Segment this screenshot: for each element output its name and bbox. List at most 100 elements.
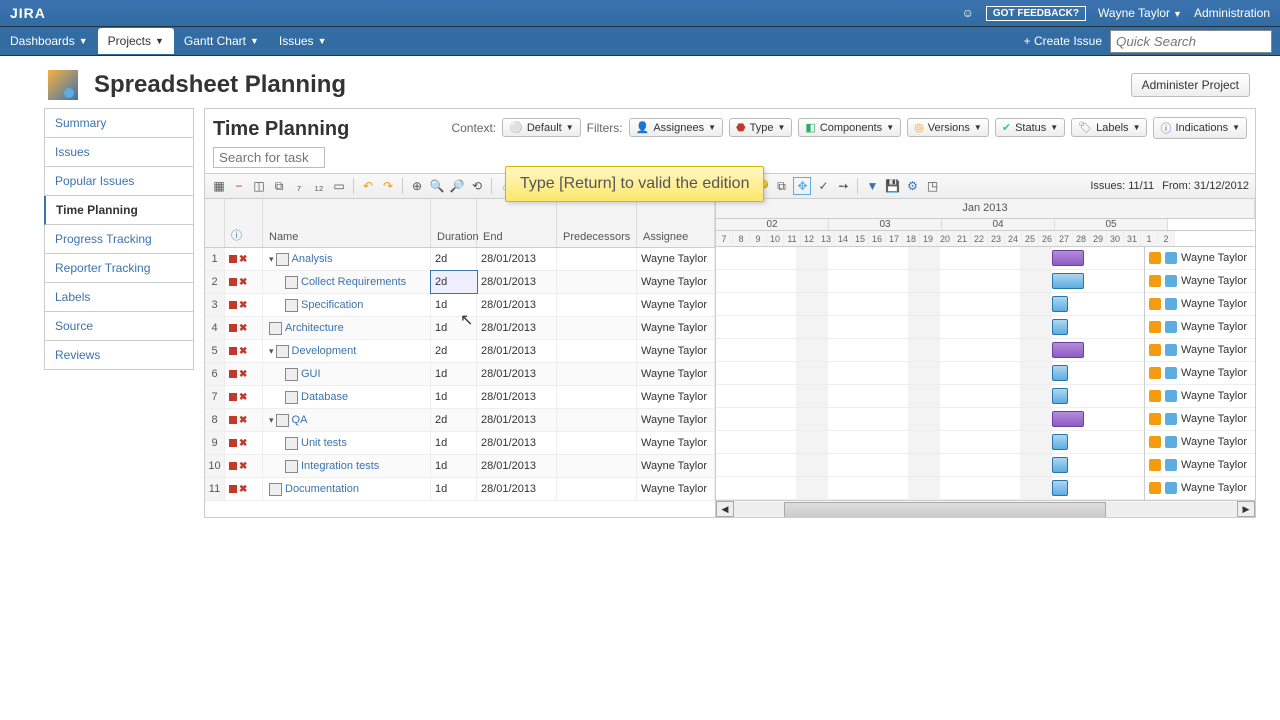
arrow-icon[interactable]: ➙ [835,178,851,194]
filter-versions[interactable]: ◎Versions▼ [907,118,989,137]
predecessors-cell[interactable] [557,409,637,431]
gantt-bar[interactable] [1052,273,1084,289]
assignee-cell[interactable]: Wayne Taylor [637,317,715,339]
filter-indications[interactable]: ⓘIndications▼ [1153,117,1247,139]
sidebar-item-reviews[interactable]: Reviews [44,341,194,370]
scroll-thumb[interactable] [784,502,1106,517]
predecessors-cell[interactable] [557,294,637,316]
administer-project-button[interactable]: Administer Project [1131,73,1250,97]
assignee-cell[interactable]: Wayne Taylor [637,363,715,385]
undo-icon[interactable]: ↶ [360,178,376,194]
sidebar-item-summary[interactable]: Summary [44,108,194,138]
admin-link[interactable]: Administration [1194,6,1270,20]
expand-icon[interactable]: ▾ [269,254,274,265]
table-row[interactable]: 10✖Integration tests1d28/01/2013Wayne Ta… [205,455,715,478]
assignee-cell[interactable]: Wayne Taylor [637,340,715,362]
task-name-cell[interactable]: GUI [263,363,431,385]
task-name-cell[interactable]: Documentation [263,478,431,500]
table-row[interactable]: 11✖Documentation1d28/01/2013Wayne Taylor [205,478,715,501]
table-row[interactable]: 5✖▾Development2d28/01/2013Wayne Taylor [205,340,715,363]
end-cell[interactable]: 28/01/2013 [477,294,557,316]
duration-cell[interactable]: 1d [431,386,477,408]
scroll-right-icon[interactable]: ▶ [1237,501,1255,517]
task-name-cell[interactable]: Architecture [263,317,431,339]
assignee-cell[interactable]: Wayne Taylor [637,432,715,454]
filter-labels[interactable]: 🏷Labels▼ [1071,118,1147,137]
col-assignee[interactable]: Assignee [637,199,715,247]
week-icon[interactable]: ₇ [291,178,307,194]
calendar-icon[interactable]: ⧉ [271,178,287,194]
duration-cell[interactable]: 1d [431,317,477,339]
nav-issues[interactable]: Issues▼ [269,28,337,54]
redo-icon[interactable]: ↷ [380,178,396,194]
filter-icon[interactable]: ▼ [864,178,880,194]
duration-cell[interactable]: 2d [431,248,477,270]
zoom-out-icon[interactable]: 🔎 [449,178,465,194]
toggle-icon[interactable]: ▦ [211,178,227,194]
predecessors-cell[interactable] [557,317,637,339]
task-name-cell[interactable]: Integration tests [263,455,431,477]
table-row[interactable]: 7✖Database1d28/01/2013Wayne Taylor [205,386,715,409]
filter-assignees[interactable]: 👤Assignees▼ [629,118,723,137]
task-name-cell[interactable]: ▾Development [263,340,431,362]
sidebar-item-source[interactable]: Source [44,312,194,341]
misc-icon[interactable]: ◳ [924,178,940,194]
duration-cell[interactable]: 1d [431,432,477,454]
feedback-link[interactable]: GOT FEEDBACK? [986,6,1086,21]
assignee-cell[interactable]: Wayne Taylor [637,386,715,408]
end-cell[interactable]: 28/01/2013 [477,478,557,500]
minus-icon[interactable]: − [231,178,247,194]
duration-cell[interactable]: 1d [431,294,477,316]
sidebar-item-issues[interactable]: Issues [44,138,194,167]
duration-cell[interactable]: 2d [431,340,477,362]
col-duration[interactable]: Duration [431,199,477,247]
gantt-bar[interactable] [1052,250,1084,266]
gantt-bar[interactable] [1052,457,1068,473]
assignee-cell[interactable]: Wayne Taylor [637,271,715,293]
end-cell[interactable]: 28/01/2013 [477,340,557,362]
filter-type[interactable]: ⬣Type▼ [729,118,792,137]
end-cell[interactable]: 28/01/2013 [477,455,557,477]
nav-dashboards[interactable]: Dashboards▼ [0,28,98,54]
expand-icon[interactable]: ▾ [269,346,274,357]
table-row[interactable]: 4✖Architecture1d28/01/2013Wayne Taylor [205,317,715,340]
gantt-bar[interactable] [1052,434,1068,450]
end-cell[interactable]: 28/01/2013 [477,248,557,270]
nav-projects[interactable]: Projects▼ [98,28,174,54]
task-name-cell[interactable]: Unit tests [263,432,431,454]
task-name-cell[interactable]: ▾QA [263,409,431,431]
predecessors-cell[interactable] [557,363,637,385]
gantt-bar[interactable] [1052,319,1068,335]
quick-search-input[interactable] [1110,30,1272,53]
duration-cell[interactable]: 1d [431,455,477,477]
assignee-cell[interactable]: Wayne Taylor [637,478,715,500]
create-issue-button[interactable]: + Create Issue [1024,34,1102,48]
gear-icon[interactable]: ⚙ [904,178,920,194]
gantt-bar[interactable] [1052,480,1068,496]
gantt-bar[interactable] [1052,388,1068,404]
user-menu[interactable]: Wayne Taylor▼ [1098,6,1182,20]
task-name-cell[interactable]: ▾Analysis [263,248,431,270]
gantt-bar[interactable] [1052,411,1084,427]
month-icon[interactable]: ₁₂ [311,178,327,194]
assignee-cell[interactable]: Wayne Taylor [637,409,715,431]
predecessors-cell[interactable] [557,432,637,454]
filter-status[interactable]: ✔Status▼ [995,118,1065,137]
predecessors-cell[interactable] [557,386,637,408]
table-row[interactable]: 6✖GUI1d28/01/2013Wayne Taylor [205,363,715,386]
predecessors-cell[interactable] [557,478,637,500]
sidebar-item-reporter-tracking[interactable]: Reporter Tracking [44,254,194,283]
table-row[interactable]: 9✖Unit tests1d28/01/2013Wayne Taylor [205,432,715,455]
sidebar-item-labels[interactable]: Labels [44,283,194,312]
table-row[interactable]: 2✖Collect Requirements2d28/01/2013Wayne … [205,271,715,294]
save-icon[interactable]: 💾 [884,178,900,194]
gantt-bar[interactable] [1052,365,1068,381]
table-row[interactable]: 8✖▾QA2d28/01/2013Wayne Taylor [205,409,715,432]
end-cell[interactable]: 28/01/2013 [477,386,557,408]
sidebar-item-progress-tracking[interactable]: Progress Tracking [44,225,194,254]
duration-cell[interactable]: 2d [431,271,477,293]
assignee-cell[interactable]: Wayne Taylor [637,455,715,477]
duration-cell[interactable]: 2d [431,409,477,431]
predecessors-cell[interactable] [557,271,637,293]
predecessors-cell[interactable] [557,248,637,270]
